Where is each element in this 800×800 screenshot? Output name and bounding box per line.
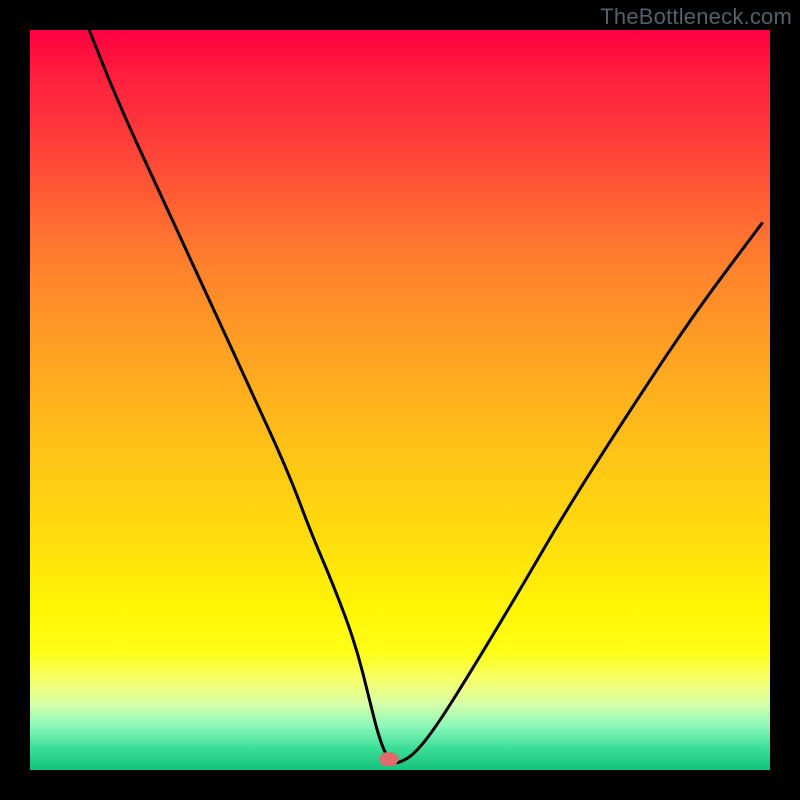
curve-line bbox=[89, 30, 762, 763]
chart-container: TheBottleneck.com bbox=[0, 0, 800, 800]
min-marker bbox=[379, 752, 398, 765]
chart-svg bbox=[30, 30, 770, 770]
plot-area bbox=[30, 30, 770, 770]
watermark-label: TheBottleneck.com bbox=[600, 4, 792, 30]
